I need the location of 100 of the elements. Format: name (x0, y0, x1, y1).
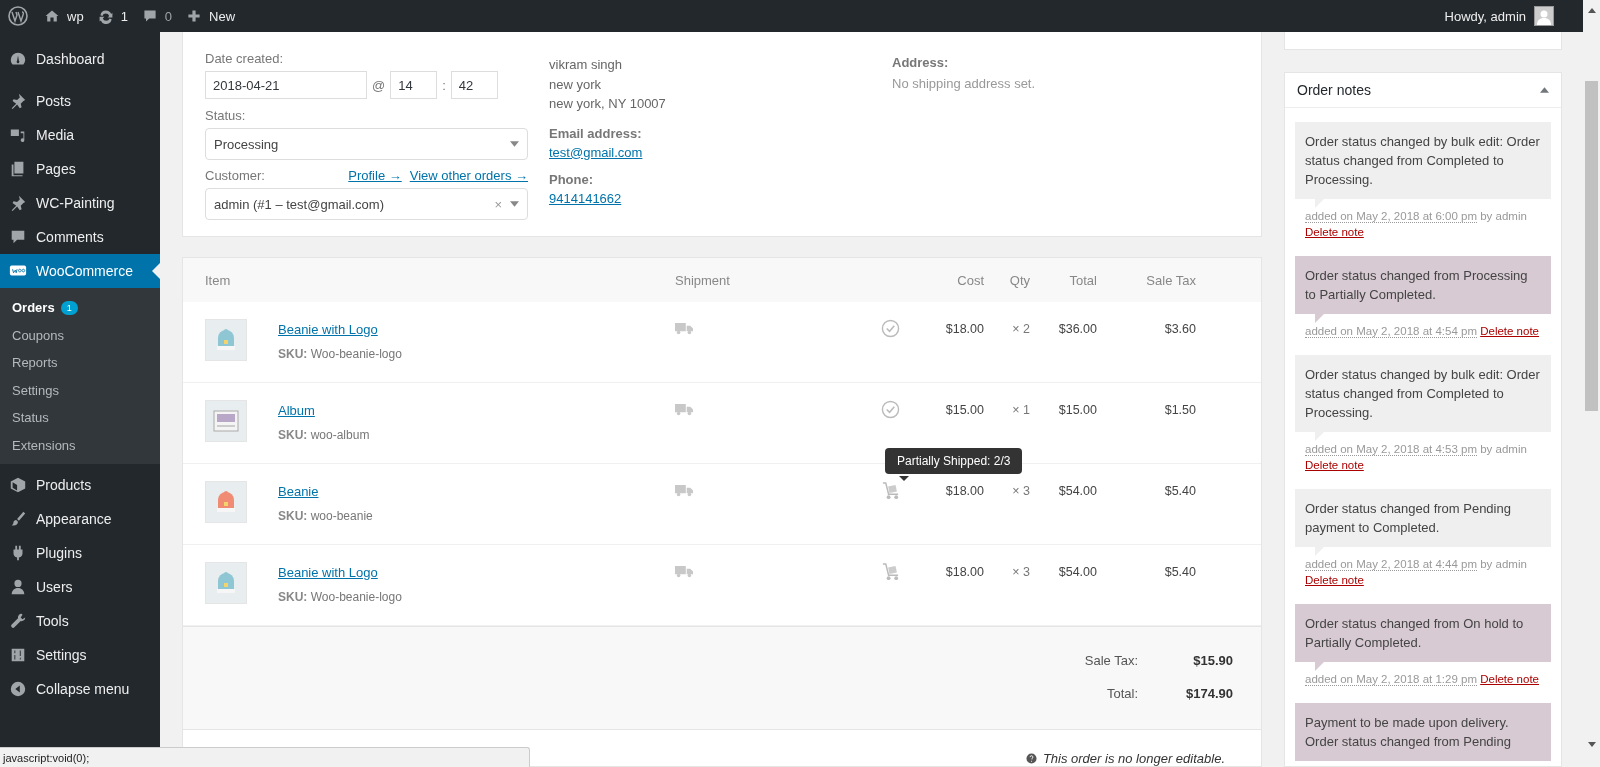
submenu-item[interactable]: Orders 1 (0, 294, 160, 322)
product-link[interactable]: Beanie with Logo (278, 565, 675, 580)
menu-item[interactable]: Users (0, 570, 160, 604)
submenu-item[interactable]: Status (0, 404, 160, 432)
new-link[interactable]: New (209, 8, 236, 24)
menu-item[interactable]: Products (0, 468, 160, 502)
address-line: vikram singh (549, 56, 623, 74)
table-cell-text: $1.50 (1163, 403, 1196, 417)
sku-text: SKU: woo-beanie (278, 509, 374, 523)
panel-title: Order notes (1297, 82, 1371, 98)
count-badge: 1 (60, 300, 78, 315)
menu-item[interactable]: Posts (0, 84, 160, 118)
field-label: Address: (892, 55, 950, 70)
field-label: Status: (205, 108, 247, 123)
field-label: Date created: (205, 51, 285, 66)
date-field[interactable]: 2018-04-21 (205, 71, 367, 99)
delete-note-link[interactable]: Delete note (1305, 459, 1364, 471)
menu-item[interactable]: Dashboard (0, 42, 160, 76)
at-sign: @ (371, 77, 387, 93)
menu-item[interactable]: WC-Painting (0, 186, 160, 220)
table-cell-text: × 3 (1011, 484, 1030, 498)
comments-count[interactable]: 0 (164, 8, 173, 24)
updates-count[interactable]: 1 (120, 8, 128, 24)
note-date: added on May 2, 2018 at 6:00 pm (1305, 210, 1477, 223)
truck-icon[interactable] (675, 565, 693, 578)
account-link[interactable]: Howdy, admin (1444, 8, 1526, 24)
status-bar: javascript:void(0); (0, 747, 530, 767)
field-label: Phone: (549, 171, 595, 187)
comment-icon[interactable] (141, 8, 158, 24)
time-separator: : (441, 77, 447, 93)
product-link[interactable]: Beanie (278, 484, 675, 499)
total-label: Sale Tax: (1083, 653, 1138, 668)
collapse-icon (9, 680, 27, 698)
menu-item[interactable]: Collapse menu (0, 672, 160, 706)
plus-icon[interactable] (186, 8, 203, 24)
other-orders-link[interactable]: View other orders → (409, 168, 528, 188)
submenu-item[interactable]: Extensions (0, 431, 160, 459)
hand-truck-icon[interactable] (881, 481, 900, 500)
minute-field[interactable]: 42 (450, 71, 498, 99)
check-circle-icon[interactable] (881, 319, 900, 338)
refresh-icon[interactable] (97, 8, 114, 24)
address-line: new york (549, 75, 603, 94)
submenu-item[interactable]: Settings (0, 376, 160, 404)
product-link[interactable]: Beanie with Logo (278, 322, 675, 337)
truck-icon[interactable] (675, 403, 693, 416)
submenu-item[interactable]: Coupons (0, 321, 160, 349)
avatar-icon[interactable] (1534, 6, 1554, 26)
user-icon (9, 578, 27, 596)
hour-field[interactable]: 14 (390, 71, 438, 99)
menu-item[interactable]: Comments (0, 220, 160, 254)
column-header: Total (1068, 272, 1097, 288)
menu-item[interactable]: Media (0, 118, 160, 152)
total-value: $15.90 (1192, 653, 1233, 668)
table-cell-text: $36.00 (1057, 322, 1097, 336)
column-header: Item (204, 272, 232, 288)
truck-icon[interactable] (675, 322, 693, 335)
email-link[interactable]: test@gmail.com (549, 144, 643, 160)
address-text: No shipping address set. (892, 75, 1036, 93)
submenu-item[interactable]: Reports (0, 349, 160, 377)
table-cell-text: $18.00 (944, 322, 984, 336)
menu-item[interactable]: Appearance (0, 502, 160, 536)
note-author: by admin (1480, 210, 1527, 222)
scroll-up-icon[interactable] (1587, 8, 1596, 13)
note-text: Payment to be made upon delivery. Order status changed from Pending (1305, 715, 1511, 749)
menu-item[interactable]: Tools (0, 604, 160, 638)
collapse-icon[interactable] (1540, 87, 1549, 93)
tooltip-pointer (899, 476, 909, 481)
sku-text: SKU: Woo-beanie-logo (278, 590, 403, 604)
scroll-down-icon[interactable] (1587, 742, 1596, 747)
wordpress-logo-icon[interactable] (8, 6, 28, 26)
delete-note-link[interactable]: Delete note (1480, 673, 1539, 685)
table-cell-text: $5.40 (1163, 565, 1196, 579)
note-author: by admin (1480, 443, 1527, 455)
delete-note-link[interactable]: Delete note (1305, 226, 1364, 238)
tooltip: Partially Shipped: 2/3 (885, 448, 1023, 474)
menu-item[interactable]: Settings (0, 638, 160, 672)
product-link[interactable]: Album (278, 403, 675, 418)
delete-note-link[interactable]: Delete note (1305, 574, 1364, 586)
check-circle-icon[interactable] (881, 400, 900, 419)
paintbrush-icon (9, 510, 27, 528)
table-cell-text: $54.00 (1057, 565, 1097, 579)
delete-note-link[interactable]: Delete note (1480, 325, 1539, 337)
truck-icon[interactable] (675, 484, 693, 497)
help-icon (1025, 753, 1037, 764)
note-author: by admin (1480, 558, 1527, 570)
column-header: Sale Tax (1145, 272, 1196, 288)
profile-link[interactable]: Profile → (348, 168, 402, 188)
pushpin-icon (9, 194, 27, 212)
note-text: Order status changed by bulk edit: Order status changed from Completed to Processing. (1305, 134, 1540, 187)
sku-text: SKU: woo-album (278, 428, 371, 442)
home-icon[interactable] (44, 8, 60, 24)
menu-item[interactable]: WooCommerce (0, 254, 160, 288)
status-select[interactable]: Processing (205, 128, 528, 160)
menu-item[interactable]: Plugins (0, 536, 160, 570)
phone-link[interactable]: 9414141662 (549, 190, 622, 206)
table-cell-text: × 2 (1011, 322, 1030, 336)
hand-truck-icon[interactable] (881, 562, 900, 581)
site-link[interactable]: wp (67, 8, 84, 24)
menu-item[interactable]: Pages (0, 152, 160, 186)
customer-select[interactable]: admin (#1 – test@gmail.com) × (205, 188, 528, 220)
